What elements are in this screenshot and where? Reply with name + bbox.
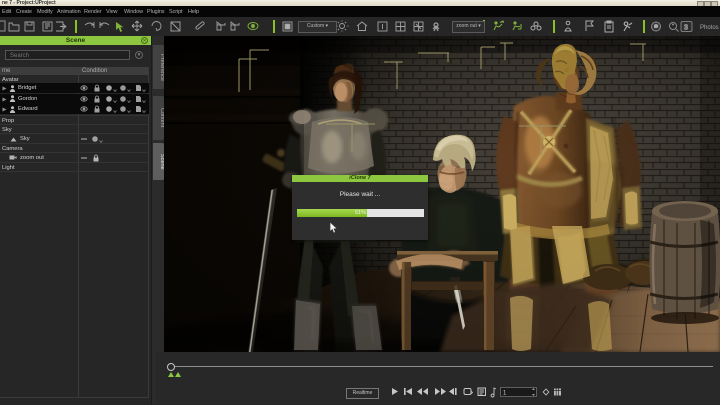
svg-text:Photos: Photos [700, 25, 719, 31]
svg-text:3: 3 [684, 25, 688, 32]
